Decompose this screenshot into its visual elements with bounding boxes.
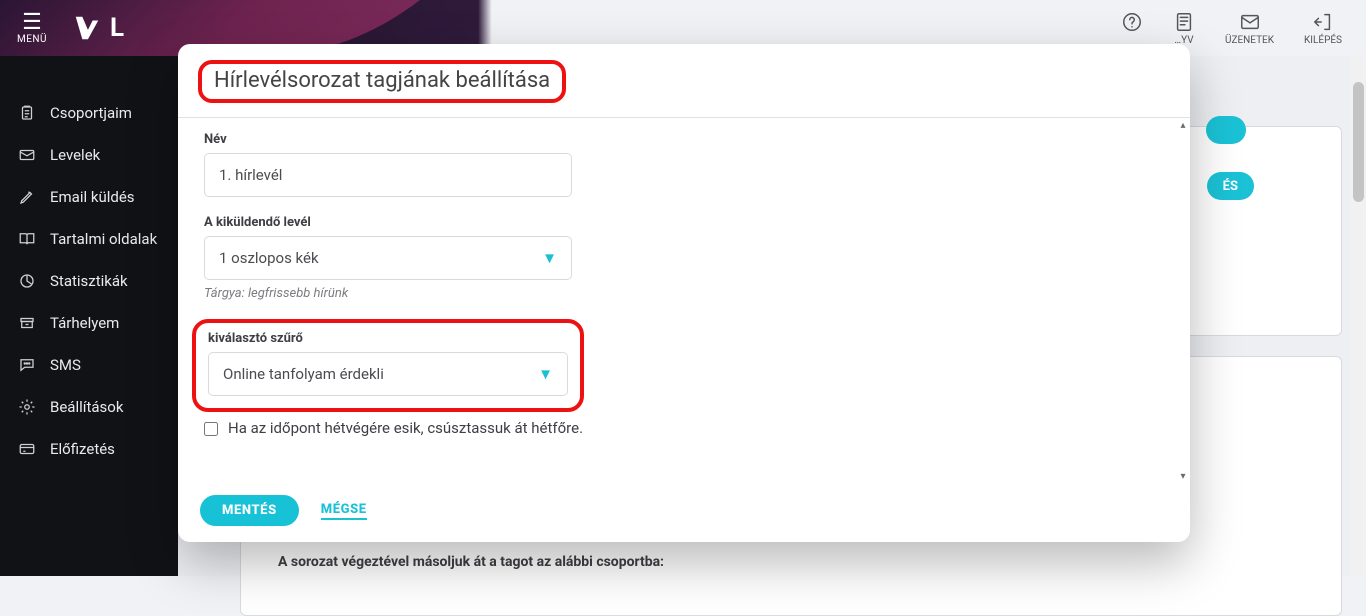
modal-header: Hírlevélsorozat tagjának beállítása — [178, 44, 1190, 118]
page-scrollbar[interactable] — [1350, 56, 1366, 576]
sidebar-item-label: Beállítások — [50, 398, 123, 416]
letter-helper: Tárgya: legfrissebb hírünk — [204, 286, 572, 301]
sidebar-item-label: SMS — [50, 356, 81, 374]
sidebar-item-label: Csoportjaim — [50, 104, 132, 122]
help-circle-icon — [1121, 11, 1143, 33]
book-open-icon — [18, 230, 36, 248]
filter-select-value: Online tanfolyam érdekli — [223, 365, 384, 383]
settings-modal: Hírlevélsorozat tagjának beállítása ▴ ▾ … — [178, 44, 1190, 542]
logo-mark-icon — [72, 13, 102, 43]
header-logout-label: KILÉPÉS — [1304, 35, 1342, 46]
name-input-value: 1. hírlevél — [219, 166, 282, 184]
main-menu-label: MENÜ — [0, 34, 64, 45]
weekend-checkbox-row: Ha az időpont hétvégére esik, csúsztassu… — [204, 418, 604, 438]
sidebar-item-label: Levelek — [50, 146, 100, 164]
weekend-checkbox[interactable] — [204, 422, 218, 436]
hamburger-icon: ☰ — [0, 12, 64, 34]
weekend-checkbox-label[interactable]: Ha az időpont hétvégére esik, csúsztassu… — [228, 418, 583, 438]
name-label: Név — [204, 132, 572, 147]
logo-text-fragment: L — [110, 13, 124, 43]
header-messages-label: ÜZENETEK — [1225, 35, 1274, 46]
background-copy-text: A sorozat végeztével másoljuk át a tagot… — [278, 554, 664, 570]
header-logout[interactable]: KILÉPÉS — [1304, 11, 1342, 46]
mail-icon — [1239, 11, 1261, 33]
header-book[interactable]: …YV — [1173, 11, 1195, 46]
sidebar-item-label: Email küldés — [50, 188, 135, 206]
sidebar: Csoportjaim Levelek Email küldés Tartalm… — [0, 56, 178, 576]
header-messages[interactable]: ÜZENETEK — [1225, 11, 1274, 46]
edit-icon — [18, 188, 36, 206]
page-scrollbar-thumb[interactable] — [1353, 82, 1364, 202]
mail-icon — [18, 146, 36, 164]
sidebar-item-content-pages[interactable]: Tartalmi oldalak — [0, 218, 178, 260]
logout-icon — [1312, 11, 1334, 33]
sidebar-item-letters[interactable]: Levelek — [0, 134, 178, 176]
letter-label: A kiküldendő levél — [204, 215, 572, 230]
modal-title: Hírlevélsorozat tagjának beállítása — [198, 60, 566, 103]
modal-footer: MENTÉS MÉGSE — [178, 485, 1190, 542]
cancel-button[interactable]: MÉGSE — [321, 502, 367, 520]
filter-label: kiválasztó szűrő — [208, 331, 568, 346]
sidebar-item-stats[interactable]: Statisztikák — [0, 260, 178, 302]
field-filter-highlight: kiválasztó szűrő Online tanfolyam érdekl… — [192, 319, 584, 412]
caret-down-icon: ▼ — [538, 365, 553, 383]
scroll-up-icon[interactable]: ▴ — [1178, 120, 1188, 132]
sidebar-item-label: Statisztikák — [50, 272, 128, 290]
main-menu-button[interactable]: ☰ MENÜ — [0, 12, 64, 45]
sidebar-item-send-email[interactable]: Email küldés — [0, 176, 178, 218]
header-help[interactable] — [1121, 11, 1143, 35]
modal-scrollbar[interactable]: ▴ ▾ — [1178, 120, 1188, 483]
archive-icon — [18, 314, 36, 332]
gear-icon — [18, 398, 36, 416]
header-actions: …YV ÜZENETEK KILÉPÉS — [1121, 11, 1366, 46]
sidebar-item-label: Tárhelyem — [50, 314, 119, 332]
letter-select-value: 1 oszlopos kék — [219, 249, 319, 267]
sidebar-item-groups[interactable]: Csoportjaim — [0, 92, 178, 134]
sidebar-item-storage[interactable]: Tárhelyem — [0, 302, 178, 344]
modal-body: ▴ ▾ Név 1. hírlevél A kiküldendő levél 1… — [178, 118, 1190, 485]
save-button[interactable]: MENTÉS — [200, 495, 299, 526]
field-name: Név 1. hírlevél — [204, 132, 572, 197]
name-input[interactable]: 1. hírlevél — [204, 153, 572, 197]
sidebar-item-label: Előfizetés — [50, 440, 115, 458]
app-logo[interactable]: L — [72, 13, 124, 43]
sidebar-item-label: Tartalmi oldalak — [50, 230, 157, 248]
sidebar-item-subscription[interactable]: Előfizetés — [0, 428, 178, 470]
background-chip — [1206, 116, 1246, 144]
clipboard-icon — [18, 104, 36, 122]
scroll-down-icon[interactable]: ▾ — [1178, 471, 1188, 483]
speech-icon — [18, 356, 36, 374]
sidebar-item-settings[interactable]: Beállítások — [0, 386, 178, 428]
card-icon — [18, 440, 36, 458]
field-letter: A kiküldendő levél 1 oszlopos kék ▼ Tárg… — [204, 215, 572, 301]
filter-select[interactable]: Online tanfolyam érdekli ▼ — [208, 352, 568, 396]
sidebar-item-sms[interactable]: SMS — [0, 344, 178, 386]
book-icon — [1173, 11, 1195, 33]
background-button-fragment: ÉS — [1207, 172, 1254, 200]
letter-select[interactable]: 1 oszlopos kék ▼ — [204, 236, 572, 280]
caret-down-icon: ▼ — [542, 249, 557, 267]
pie-icon — [18, 272, 36, 290]
